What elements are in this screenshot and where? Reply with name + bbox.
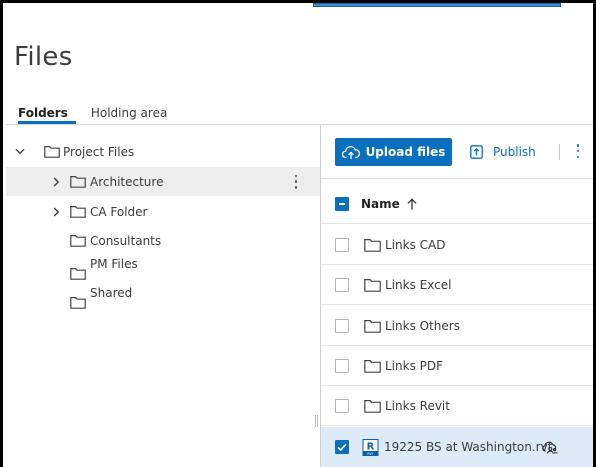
tree-item-consultants[interactable]: Consultants [6,226,320,255]
row-name: Links PDF [385,358,444,373]
row-name: Links Others [385,318,460,333]
tree-item-project-files[interactable]: Project Files [6,137,320,166]
folder-tree: Project Files Architecture CA Folder Con… [6,125,320,467]
folder-icon [70,176,86,188]
table-header: Name [321,184,593,224]
tree-item-label: Architecture [90,174,164,189]
sort-ascending-icon[interactable] [407,197,417,210]
revit-file-icon: R RVT [362,438,379,456]
tree-item-shared[interactable]: Shared [6,285,320,314]
upload-files-button[interactable]: Upload files [335,138,452,166]
row-name: Links CAD [385,237,446,252]
tree-item-pm-files[interactable]: PM Files [6,256,320,285]
row-checkbox[interactable] [335,237,349,252]
row-name: Links Excel [385,277,452,292]
chevron-down-icon[interactable] [14,146,26,158]
svg-text:RVT: RVT [367,451,373,455]
tree-item-label: Consultants [90,233,162,248]
folder-icon [364,238,381,252]
tree-item-architecture[interactable]: Architecture [6,167,320,196]
more-options-icon[interactable] [293,174,299,189]
app-window: Files Folders Holding area Project Files… [0,0,596,467]
publish-icon [470,145,483,159]
row-checkbox[interactable] [335,358,349,373]
tab-holding-area[interactable]: Holding area [91,105,167,125]
chevron-right-icon[interactable] [50,206,62,218]
tree-item-label: Project Files [63,144,135,159]
splitter-handle[interactable] [315,415,319,427]
row-name: 19225 BS at Washington.rvt [384,440,553,454]
row-checkbox[interactable] [335,318,349,333]
checkmark-icon [337,443,347,452]
upload-files-label: Upload files [365,145,446,159]
row-checkbox[interactable] [335,277,349,292]
tree-item-label: Shared [90,286,133,300]
page-title: Files [14,42,73,72]
select-all-checkbox[interactable] [335,196,349,211]
table-row[interactable]: Links Excel [321,265,593,305]
folder-icon [70,297,86,309]
table-row[interactable]: Links CAD [321,225,593,265]
more-options-icon[interactable] [576,144,580,158]
chevron-right-icon[interactable] [50,176,62,188]
folder-icon [70,235,86,247]
table-row[interactable]: Links Revit [321,386,593,426]
table-row[interactable]: Links PDF [321,346,593,386]
toolbar-divider-line [321,178,593,179]
folder-icon [70,206,86,218]
name-column-header[interactable]: Name [361,197,417,211]
row-checkbox-checked[interactable] [335,440,349,454]
folder-icon [44,146,60,158]
folder-icon [364,319,381,333]
folder-icon [70,268,86,280]
folder-icon [364,278,381,292]
top-accent-bar [313,3,561,7]
row-checkbox[interactable] [335,398,349,413]
toolbar-divider [559,144,560,160]
name-column-label: Name [361,196,400,211]
folder-icon [364,399,381,413]
publish-label: Publish [493,145,536,159]
folder-icon [364,359,381,373]
tree-item-label: CA Folder [90,204,148,219]
tree-item-ca-folder[interactable]: CA Folder [6,197,320,226]
cloud-shared-icon[interactable] [542,441,559,454]
cloud-upload-icon [341,145,360,159]
row-name: Links Revit [385,398,450,413]
tree-item-label: PM Files [90,257,138,271]
publish-button[interactable]: Publish [470,141,536,163]
table-row-selected[interactable]: R RVT 19225 BS at Washington.rvt [321,427,593,467]
table-row[interactable]: Links Others [321,306,593,346]
